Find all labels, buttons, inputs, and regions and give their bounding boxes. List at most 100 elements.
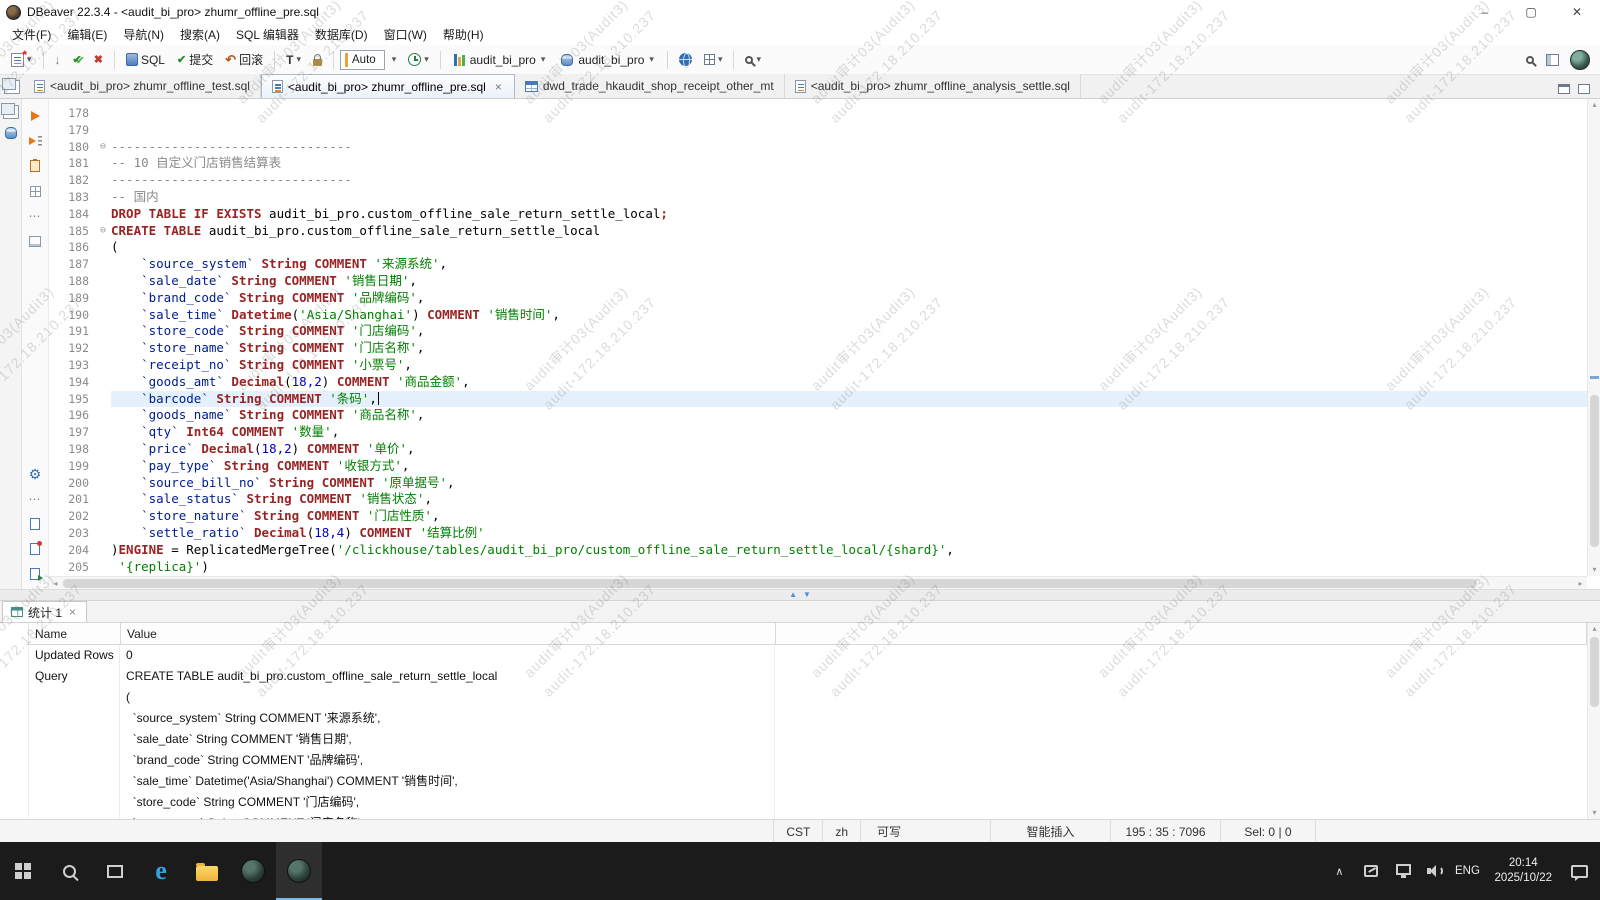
table-row[interactable]: `store_code` String COMMENT '门店编码',	[28, 792, 1587, 813]
maximize-editor-icon[interactable]	[1578, 84, 1590, 94]
code-line-198[interactable]: 198 `price` Decimal(18,2) COMMENT '单价',	[49, 441, 1587, 458]
minimize-button[interactable]: –	[1462, 0, 1508, 24]
editor-overflow-button[interactable]: ⋯	[25, 207, 45, 225]
code-line-187[interactable]: 187 `source_system` String COMMENT '来源系统…	[49, 256, 1587, 273]
menu-item[interactable]: 编辑(E)	[59, 24, 115, 45]
editor-tab[interactable]: <audit_bi_pro> zhumr_offline_analysis_se…	[785, 74, 1081, 98]
network-settings-button[interactable]	[674, 48, 697, 72]
code-line-197[interactable]: 197 `qty` Int64 COMMENT '数量',	[49, 424, 1587, 441]
file-explorer-button[interactable]	[184, 842, 230, 900]
scroll-up-icon[interactable]: ▴	[1588, 623, 1600, 635]
editor-horizontal-scrollbar[interactable]: ◂ ▸	[49, 576, 1587, 589]
sql-mode-dropdown[interactable]: SQL	[121, 48, 170, 72]
table-row[interactable]: `sale_time` Datetime('Asia/Shanghai') CO…	[28, 771, 1587, 792]
vertical-scroll-thumb[interactable]	[1590, 395, 1599, 548]
status-insert-mode[interactable]: 智能插入	[990, 820, 1110, 843]
fold-toggle-icon[interactable]: ⊖	[95, 139, 111, 156]
scroll-up-icon[interactable]: ▴	[1588, 99, 1600, 111]
tray-expand-button[interactable]: ∧	[1324, 865, 1354, 878]
code-line-194[interactable]: 194 `goods_amt` Decimal(18,2) COMMENT '商…	[49, 374, 1587, 391]
column-header-value[interactable]: Value	[121, 623, 776, 645]
editor-tab[interactable]: dwd_trade_hkaudit_shop_receipt_other_mt	[515, 74, 785, 98]
sql-editor[interactable]: 178179180⊖------------------------------…	[49, 99, 1600, 589]
execute-statement-button[interactable]	[25, 107, 45, 125]
code-line-181[interactable]: 181-- 10 自定义门店销售结算表	[49, 155, 1587, 172]
horizontal-scroll-thumb[interactable]	[63, 579, 1477, 588]
close-button[interactable]: ✕	[1554, 0, 1600, 24]
code-line-184[interactable]: 184DROP TABLE IF EXISTS audit_bi_pro.cus…	[49, 206, 1587, 223]
code-line-200[interactable]: 200 `source_bill_no` String COMMENT '原单据…	[49, 475, 1587, 492]
code-line-190[interactable]: 190 `sale_time` Datetime('Asia/Shanghai'…	[49, 307, 1587, 324]
menu-item[interactable]: 搜索(A)	[172, 24, 228, 45]
code-line-179[interactable]: 179	[49, 122, 1587, 139]
quick-access-search-button[interactable]	[1521, 48, 1539, 72]
close-statistics-tab-icon[interactable]: ×	[67, 605, 78, 619]
editor-tab[interactable]: <audit_bi_pro> zhumr_offline_test.sql	[24, 74, 261, 98]
toggle-results-panel-button[interactable]	[25, 232, 45, 250]
export-script-button[interactable]	[25, 565, 45, 583]
side-overflow-button[interactable]: ⋯	[25, 490, 45, 508]
code-line-204[interactable]: 204)ENGINE = ReplicatedMergeTree('/click…	[49, 542, 1587, 559]
code-line-193[interactable]: 193 `receipt_no` String COMMENT '小票号',	[49, 357, 1587, 374]
menu-item[interactable]: 导航(N)	[115, 24, 172, 45]
fetch-next-page-button[interactable]: ↓	[50, 48, 66, 72]
new-sql-editor-button[interactable]: ▾	[6, 48, 37, 72]
table-row[interactable]: (	[28, 687, 1587, 708]
taskbar-clock[interactable]: 20:14 2025/10/22	[1484, 856, 1562, 886]
maximize-button[interactable]: ▢	[1508, 0, 1554, 24]
restore-panes-icon[interactable]	[4, 80, 20, 94]
table-row[interactable]: Updated Rows0	[28, 645, 1587, 666]
menu-item[interactable]: 数据库(D)	[307, 24, 376, 45]
code-line-201[interactable]: 201 `sale_status` String COMMENT '销售状态',	[49, 491, 1587, 508]
network-tray-button[interactable]	[1388, 864, 1418, 878]
table-row[interactable]: `store_name` String COMMENT '门店名称',	[28, 813, 1587, 819]
query-history-button[interactable]: ▾	[403, 48, 434, 72]
code-line-195[interactable]: 195 `barcode` String COMMENT '条码',	[49, 391, 1587, 408]
commit-mode-caret-button[interactable]: ▾	[387, 48, 402, 72]
code-line-203[interactable]: 203 `settle_ratio` Decimal(18,4) COMMENT…	[49, 525, 1587, 542]
sash-up-icon[interactable]: ▲	[789, 591, 797, 599]
taskbar-search-button[interactable]	[46, 842, 92, 900]
sql-editor-settings-button[interactable]: ⚙	[25, 465, 45, 483]
rollback-button[interactable]: ↶回滚	[220, 48, 268, 72]
lock-button[interactable]	[308, 48, 327, 72]
taskbar-app-button[interactable]	[230, 842, 276, 900]
code-line-185[interactable]: 185⊖CREATE TABLE audit_bi_pro.custom_off…	[49, 223, 1587, 240]
sash-down-icon[interactable]: ▼	[803, 591, 811, 599]
table-row[interactable]: `brand_code` String COMMENT '品牌编码',	[28, 750, 1587, 771]
search-dropdown-button[interactable]: ▾	[740, 48, 766, 72]
code-line-186[interactable]: 186(	[49, 239, 1587, 256]
code-line-180[interactable]: 180⊖--------------------------------	[49, 139, 1587, 156]
menu-item[interactable]: SQL 编辑器	[228, 24, 307, 45]
language-indicator[interactable]: ENG	[1452, 865, 1482, 877]
task-view-button[interactable]	[92, 842, 138, 900]
editor-results-splitter[interactable]: ▲ ▼	[0, 589, 1600, 601]
transaction-log-button[interactable]: T▾	[281, 48, 306, 72]
perspective-button[interactable]	[1541, 48, 1564, 72]
scroll-left-icon[interactable]: ◂	[49, 577, 62, 589]
code-line-183[interactable]: 183-- 国内	[49, 189, 1587, 206]
execute-script-button[interactable]	[25, 132, 45, 150]
database-navigator-icon[interactable]	[5, 127, 17, 139]
restore-navigator-icon[interactable]	[3, 105, 19, 119]
code-line-182[interactable]: 182--------------------------------	[49, 172, 1587, 189]
open-output-console-button[interactable]	[25, 515, 45, 533]
results-scroll-thumb[interactable]	[1590, 637, 1599, 707]
start-button[interactable]	[0, 842, 46, 900]
connection-combo[interactable]: audit_bi_pro▾	[447, 48, 553, 72]
table-row[interactable]: `sale_date` String COMMENT '销售日期',	[28, 729, 1587, 750]
code-line-196[interactable]: 196 `goods_name` String COMMENT '商品名称',	[49, 407, 1587, 424]
scroll-down-icon[interactable]: ▾	[1588, 564, 1600, 576]
result-options-button[interactable]: ▾	[699, 48, 728, 72]
menu-item[interactable]: 文件(F)	[4, 24, 59, 45]
editor-vertical-scrollbar[interactable]: ▴ ▾	[1587, 99, 1600, 576]
menu-item[interactable]: 帮助(H)	[435, 24, 492, 45]
explain-plan-button[interactable]	[25, 182, 45, 200]
action-center-button[interactable]	[1564, 865, 1594, 878]
fold-toggle-icon[interactable]: ⊖	[95, 223, 111, 240]
table-row[interactable]: QueryCREATE TABLE audit_bi_pro.custom_of…	[28, 666, 1587, 687]
commit-mode-combo[interactable]: Auto	[340, 50, 385, 70]
close-tab-icon[interactable]: ×	[493, 80, 504, 94]
code-line-191[interactable]: 191 `store_code` String COMMENT '门店编码',	[49, 323, 1587, 340]
volume-button[interactable]	[1420, 864, 1450, 878]
